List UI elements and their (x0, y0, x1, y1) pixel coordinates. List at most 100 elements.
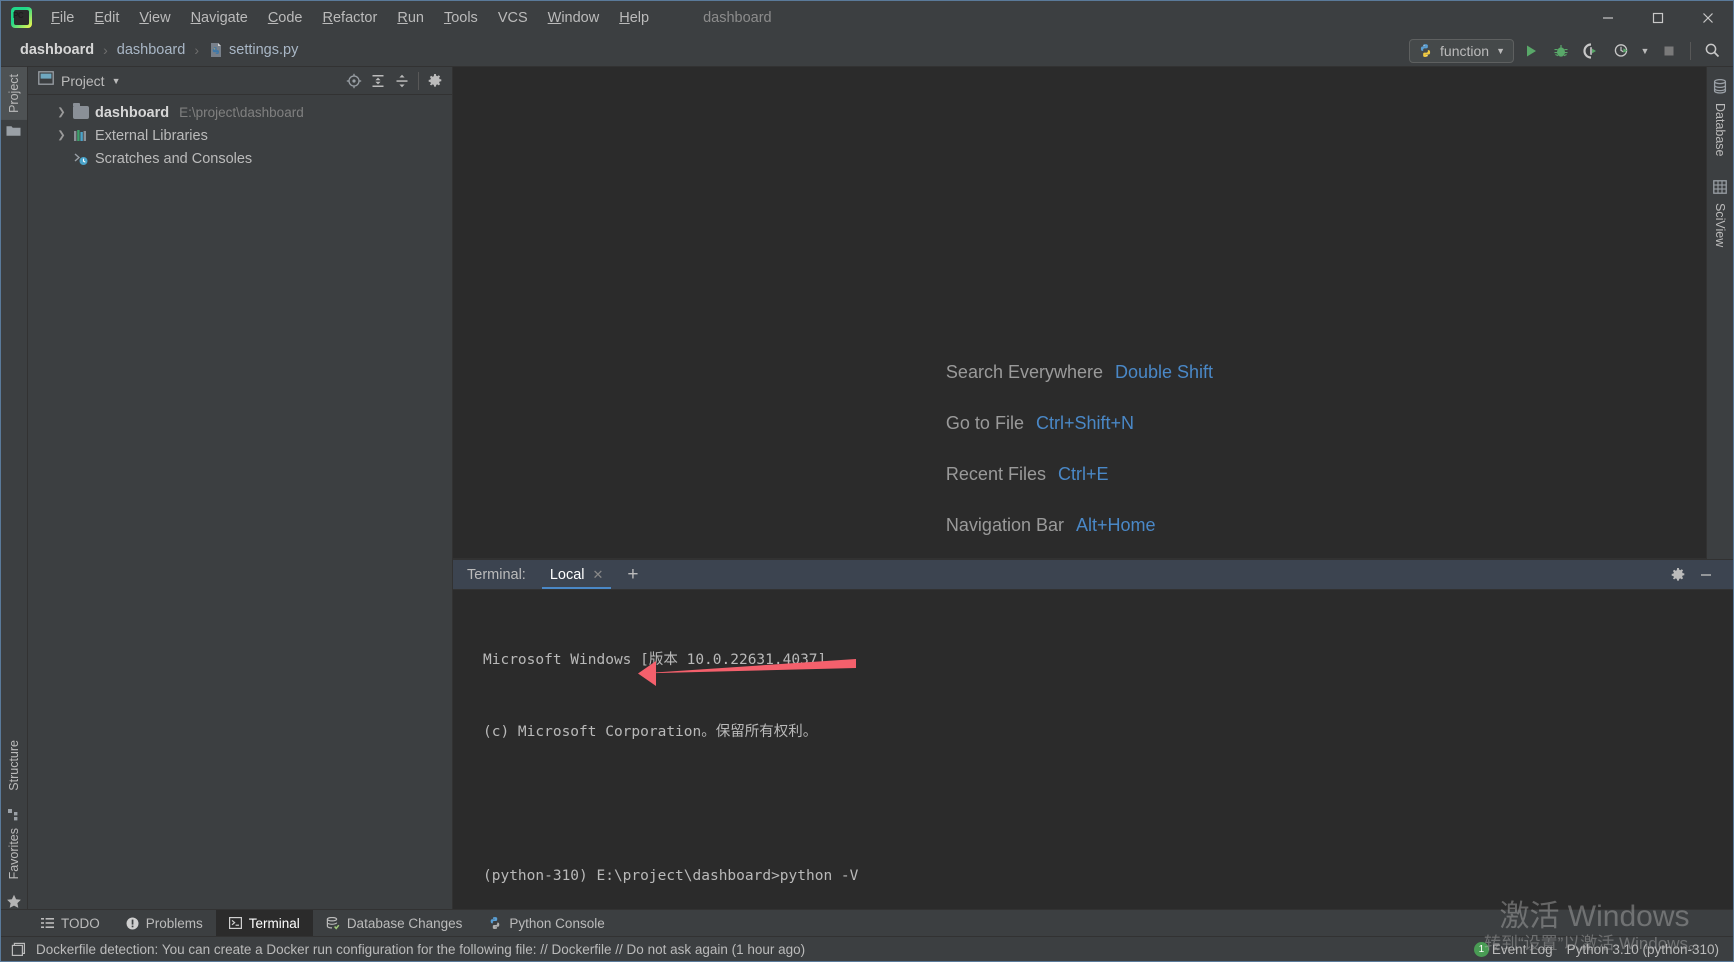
sidebar-item-favorites[interactable]: Favorites (1, 821, 27, 886)
event-log-button[interactable]: 1 Event Log (1473, 941, 1553, 957)
editor-placeholder-area[interactable]: Search Everywhere Double Shift Go to Fil… (453, 67, 1706, 586)
sidebar-item-project[interactable]: Project (1, 67, 27, 120)
hint-shortcut: Ctrl+Shift+N (1035, 413, 1134, 433)
menu-vcs[interactable]: VCS (488, 7, 538, 29)
minimize-button[interactable] (1583, 1, 1633, 34)
breadcrumb-item-2[interactable]: settings.py (203, 40, 303, 60)
sidebar-item-structure[interactable]: Structure (1, 733, 27, 798)
window-controls (1583, 1, 1733, 34)
tree-item-external-libraries[interactable]: ❯ External Libraries (28, 124, 452, 147)
menu-code[interactable]: Code (258, 7, 313, 29)
python-interpreter-selector[interactable]: Python 3.10 (python-310) (1567, 942, 1719, 957)
project-panel-title-group[interactable]: Project ▼ (61, 73, 121, 89)
tree-item-scratches-and-consoles[interactable]: ❯ Scratches and Consoles (28, 147, 452, 170)
run-with-coverage-button[interactable] (1578, 38, 1604, 64)
left-rail-bottom-group: Structure Favorites (1, 733, 27, 909)
close-button[interactable] (1683, 1, 1733, 34)
favorites-label: Favorites (7, 827, 21, 879)
python-icon (1420, 44, 1431, 57)
tree-item-label: dashboard (95, 104, 170, 121)
close-icon[interactable]: ✕ (593, 567, 604, 583)
profile-dropdown-icon[interactable]: ▼ (1638, 38, 1652, 64)
terminal-output[interactable]: Microsoft Windows [版本 10.0.22631.4037] (… (453, 590, 1733, 909)
tree-item-label: External Libraries (95, 127, 208, 144)
debug-button[interactable] (1548, 38, 1574, 64)
left-tool-rail: Project Structure Favorites (1, 67, 28, 909)
hint-shortcut: Double Shift (1115, 362, 1214, 382)
chevron-down-icon: ▼ (111, 75, 121, 86)
terminal-settings-gear-icon[interactable] (1667, 564, 1689, 586)
menu-view[interactable]: View (129, 7, 180, 29)
run-toolbar: function ▼ ▼ (1409, 34, 1725, 67)
status-bar: Dockerfile detection: You can create a D… (1, 936, 1733, 961)
menu-help[interactable]: Help (609, 7, 659, 29)
bottom-tab-problems[interactable]: Problems (113, 910, 216, 936)
problems-icon (126, 917, 139, 930)
menu-refactor[interactable]: Refactor (313, 7, 388, 29)
search-everywhere-icon[interactable] (1699, 38, 1725, 64)
bottom-tab-label: Database Changes (346, 915, 463, 931)
menu-file[interactable]: File (41, 7, 84, 29)
project-tool-window: Project ▼ ❯ dashboard E:\project\dashboa… (28, 67, 453, 909)
terminal-header-actions (1667, 564, 1733, 586)
breadcrumb: dashboard › dashboard › settings.py (15, 40, 303, 60)
database-changes-icon (326, 916, 340, 930)
profile-button[interactable] (1608, 38, 1634, 64)
python-file-icon (208, 42, 224, 58)
terminal-header: Terminal: Local ✕ + (453, 560, 1733, 590)
menu-edit[interactable]: Edit (84, 7, 129, 29)
editor-hints: Search Everywhere Double Shift Go to Fil… (946, 362, 1213, 587)
maximize-button[interactable] (1633, 1, 1683, 34)
libraries-icon (73, 129, 89, 143)
project-window-icon (38, 71, 54, 90)
terminal-tab-local[interactable]: Local ✕ (538, 560, 616, 589)
chevron-right-icon[interactable]: ❯ (56, 107, 67, 118)
run-configuration-selector[interactable]: function ▼ (1409, 38, 1514, 63)
sidebar-item-sciview[interactable]: SciView (1707, 196, 1733, 254)
breadcrumb-file-label: settings.py (229, 42, 299, 58)
stop-button[interactable] (1656, 38, 1682, 64)
breadcrumb-item-0[interactable]: dashboard (15, 40, 99, 60)
status-bar-message[interactable]: Dockerfile detection: You can create a D… (36, 942, 805, 957)
settings-gear-icon[interactable] (424, 70, 446, 92)
breadcrumb-item-1[interactable]: dashboard (112, 40, 191, 60)
breadcrumb-separator: › (194, 42, 199, 58)
menu-window[interactable]: Window (538, 7, 610, 29)
terminal-line: (c) Microsoft Corporation。保留所有权利。 (483, 724, 818, 740)
terminal-line: Microsoft Windows [版本 10.0.22631.4037] (483, 652, 827, 668)
status-bar-right: 1 Event Log Python 3.10 (python-310) (1473, 941, 1733, 957)
sidebar-item-database[interactable]: Database (1707, 96, 1733, 164)
chevron-right-icon[interactable]: ❯ (56, 130, 67, 141)
bottom-tab-python-console[interactable]: Python Console (475, 910, 617, 936)
status-message-icon (11, 942, 26, 957)
menu-navigate[interactable]: Navigate (181, 7, 258, 29)
hint-action: Go to File (945, 413, 1024, 433)
collapse-all-icon[interactable] (391, 70, 413, 92)
bottom-tab-label: TODO (61, 915, 100, 931)
bottom-tab-database-changes[interactable]: Database Changes (313, 910, 476, 936)
locate-icon[interactable] (343, 70, 365, 92)
run-button[interactable] (1518, 38, 1544, 64)
chevron-down-icon: ▼ (1496, 45, 1505, 56)
menu-run[interactable]: Run (387, 7, 434, 29)
new-terminal-tab-button[interactable]: + (615, 560, 650, 589)
database-label: Database (1713, 103, 1727, 157)
navigation-bar: dashboard › dashboard › settings.py func… (1, 34, 1733, 67)
bottom-tab-label: Problems (145, 915, 203, 931)
terminal-hide-button[interactable] (1695, 564, 1717, 586)
hint-navigation-bar: Navigation Bar Alt+Home (946, 515, 1213, 536)
terminal-tabs-group: Terminal: Local ✕ + (453, 560, 651, 589)
panel-divider (418, 71, 419, 90)
hint-recent-files: Recent Files Ctrl+E (946, 464, 1213, 485)
bottom-tab-label: Terminal (248, 915, 300, 931)
menu-tools[interactable]: Tools (434, 7, 488, 29)
scratches-icon (73, 152, 89, 166)
bottom-tab-terminal[interactable]: Terminal (215, 910, 313, 936)
bottom-tab-todo[interactable]: TODO (28, 910, 113, 936)
expand-all-icon[interactable] (367, 70, 389, 92)
terminal-label: Terminal: (467, 566, 526, 583)
right-rail-group: Database SciView (1707, 67, 1733, 254)
hint-action: Recent Files (945, 464, 1046, 484)
tree-item-dashboard[interactable]: ❯ dashboard E:\project\dashboard (28, 101, 452, 124)
